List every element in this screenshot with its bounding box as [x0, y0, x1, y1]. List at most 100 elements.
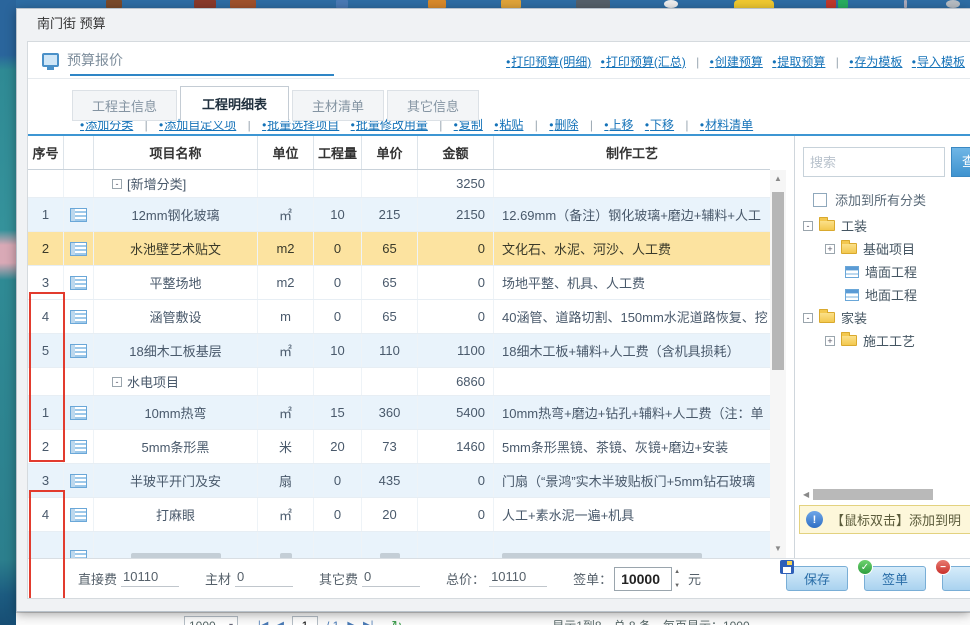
refresh-icon[interactable]: ↻ [391, 618, 402, 625]
link-save-template[interactable]: 存为模板 [849, 55, 902, 69]
col-icon [64, 136, 94, 169]
row-detail-icon[interactable] [70, 440, 87, 454]
tree-label: 工装 [841, 216, 867, 235]
link-create-budget[interactable]: 创建预算 [710, 55, 763, 69]
action-move-up[interactable]: 上移 [604, 118, 633, 132]
monitor-icon [42, 53, 59, 67]
row-detail-icon[interactable] [70, 406, 87, 420]
desktop-icon-fragment [946, 0, 960, 8]
clipped-button[interactable]: − [942, 566, 970, 591]
collapse-icon[interactable]: - [803, 313, 813, 323]
checkbox-label: 添加到所有分类 [835, 190, 926, 209]
last-page-button[interactable]: ▶| [363, 620, 373, 625]
row-detail-icon[interactable] [70, 310, 87, 324]
row-craft: 40涵管、道路切割、150mm水泥道路恢复、挖 [494, 300, 770, 333]
tree-node[interactable]: - 家装 [795, 306, 970, 329]
page-size-select[interactable]: 1000 ▾ [184, 616, 238, 625]
row-detail-icon[interactable] [70, 344, 87, 358]
spin-up-icon[interactable]: ▲ [674, 569, 680, 575]
search-input[interactable] [803, 147, 945, 177]
scroll-down-icon[interactable]: ▼ [770, 542, 786, 556]
collapse-icon[interactable]: - [112, 377, 122, 387]
row-detail-icon[interactable] [70, 474, 87, 488]
add-to-all-checkbox[interactable] [813, 193, 827, 207]
action-delete[interactable]: 删除 [549, 118, 578, 132]
table-body: -[新增分类] 3250 1 12mm钢化玻璃 ㎡ 10 215 2150 12… [28, 170, 770, 558]
scrollbar-thumb[interactable] [813, 489, 933, 500]
spin-down-icon[interactable]: ▼ [674, 583, 680, 589]
collapse-icon[interactable]: - [112, 179, 122, 189]
pagination-info: 显示1到8，总 8 条。每页显示：1000 [552, 617, 749, 625]
tree-label: 墙面工程 [865, 262, 917, 281]
tab-bar: 工程主信息 工程明细表 主材清单 其它信息 [72, 86, 482, 121]
row-price: 435 [362, 464, 418, 497]
dialog-content: 预算报价 打印预算(明细) 打印预算(汇总) | 创建预算 提取预算 | 存为模… [27, 41, 970, 599]
row-qty: 10 [314, 334, 362, 367]
tab-project-detail[interactable]: 工程明细表 [180, 86, 289, 121]
link-extract-budget[interactable]: 提取预算 [772, 55, 825, 69]
row-price: 65 [362, 232, 418, 265]
sign-amount-input[interactable] [614, 567, 672, 591]
row-qty: 15 [314, 396, 362, 429]
dialog-titlebar[interactable]: 南门街 预算 [17, 9, 970, 39]
page-title: 预算报价 [67, 50, 123, 70]
expand-icon[interactable]: + [825, 336, 835, 346]
row-detail-icon[interactable] [70, 550, 87, 559]
row-unit: m [258, 300, 314, 333]
desktop-wallpaper-strip [0, 0, 16, 625]
tree-node[interactable]: + 基础项目 [795, 237, 970, 260]
currency-unit: 元 [688, 569, 701, 588]
tab-project-info[interactable]: 工程主信息 [72, 90, 177, 121]
search-button[interactable]: 查 [951, 147, 970, 177]
table-row[interactable]: 1 12mm钢化玻璃 ㎡ 10 215 2150 12.69mm（备注）钢化玻璃… [28, 198, 770, 232]
table-group-row[interactable]: -水电项目 6860 [28, 368, 770, 396]
tree-node[interactable]: 地面工程 [795, 283, 970, 306]
sign-button[interactable]: ✓ 签单 [864, 566, 926, 591]
tree-node[interactable]: 墙面工程 [795, 260, 970, 283]
table-row[interactable]: 5 18细木工板基层 ㎡ 10 110 1100 18细木工板+辅料+人工费（含… [28, 334, 770, 368]
table-row[interactable]: 4 涵管敷设 m 0 65 0 40涵管、道路切割、150mm水泥道路恢复、挖 [28, 300, 770, 334]
page-number-input[interactable] [292, 616, 318, 625]
row-qty: 0 [314, 464, 362, 497]
link-print-detail[interactable]: 打印预算(明细) [506, 55, 591, 69]
table-row[interactable]: 3 半玻平开门及安 扇 0 435 0 门扇（“景鸿”实木半玻贴板门+5mm钻石… [28, 464, 770, 498]
action-move-down[interactable]: 下移 [645, 118, 674, 132]
action-material-list[interactable]: 材料清单 [700, 118, 753, 132]
tab-other-info[interactable]: 其它信息 [387, 90, 479, 121]
table-row[interactable]: 1 10mm热弯 ㎡ 15 360 5400 10mm热弯+磨边+钻孔+辅料+人… [28, 396, 770, 430]
tab-main-materials[interactable]: 主材清单 [292, 90, 384, 121]
table-row[interactable]: 3 平整场地 m2 0 65 0 场地平整、机具、人工费 [28, 266, 770, 300]
scroll-left-icon[interactable]: ◀ [803, 490, 809, 499]
row-detail-icon[interactable] [70, 276, 87, 290]
col-no: 序号 [28, 136, 64, 169]
vertical-scrollbar[interactable]: ▲ ▼ [770, 170, 786, 558]
action-paste[interactable]: 粘贴 [494, 118, 523, 132]
table-row-selected[interactable]: 2 水池壁艺术贴文 m2 0 65 0 文化石、水泥、河沙、人工费 [28, 232, 770, 266]
table-row[interactable]: 2 5mm条形黑 米 20 73 1460 5mm条形黑镜、茶镜、灰镜+磨边+安… [28, 430, 770, 464]
table-row[interactable]: 4 打麻眼 ㎡ 0 20 0 人工+素水泥一遍+机具 [28, 498, 770, 532]
save-button[interactable]: 保存 [786, 566, 848, 591]
row-price: 110 [362, 334, 418, 367]
row-price: 73 [362, 430, 418, 463]
link-print-summary[interactable]: 打印预算(汇总) [601, 55, 686, 69]
collapse-icon[interactable]: - [803, 221, 813, 231]
row-detail-icon[interactable] [70, 508, 87, 522]
first-page-button[interactable]: |◀ [258, 620, 268, 625]
horizontal-scrollbar[interactable]: ◀ [803, 488, 963, 501]
row-amount: 2150 [418, 198, 494, 231]
row-detail-icon[interactable] [70, 208, 87, 222]
table-row-partial[interactable] [28, 532, 770, 558]
row-name: 18细木工板基层 [94, 334, 258, 367]
tree-node[interactable]: - 工装 [795, 214, 970, 237]
tree-node[interactable]: + 施工工艺 [795, 329, 970, 352]
scrollbar-thumb[interactable] [772, 192, 784, 370]
expand-icon[interactable]: + [825, 244, 835, 254]
scroll-up-icon[interactable]: ▲ [770, 172, 786, 186]
table-group-row[interactable]: -[新增分类] 3250 [28, 170, 770, 198]
row-detail-icon[interactable] [70, 242, 87, 256]
row-price: 65 [362, 300, 418, 333]
prev-page-button[interactable]: ◀ [276, 620, 284, 625]
next-page-button[interactable]: ▶ [347, 620, 355, 625]
desktop-icon-fragment [194, 0, 216, 8]
link-import-template[interactable]: 导入模板 [912, 55, 965, 69]
